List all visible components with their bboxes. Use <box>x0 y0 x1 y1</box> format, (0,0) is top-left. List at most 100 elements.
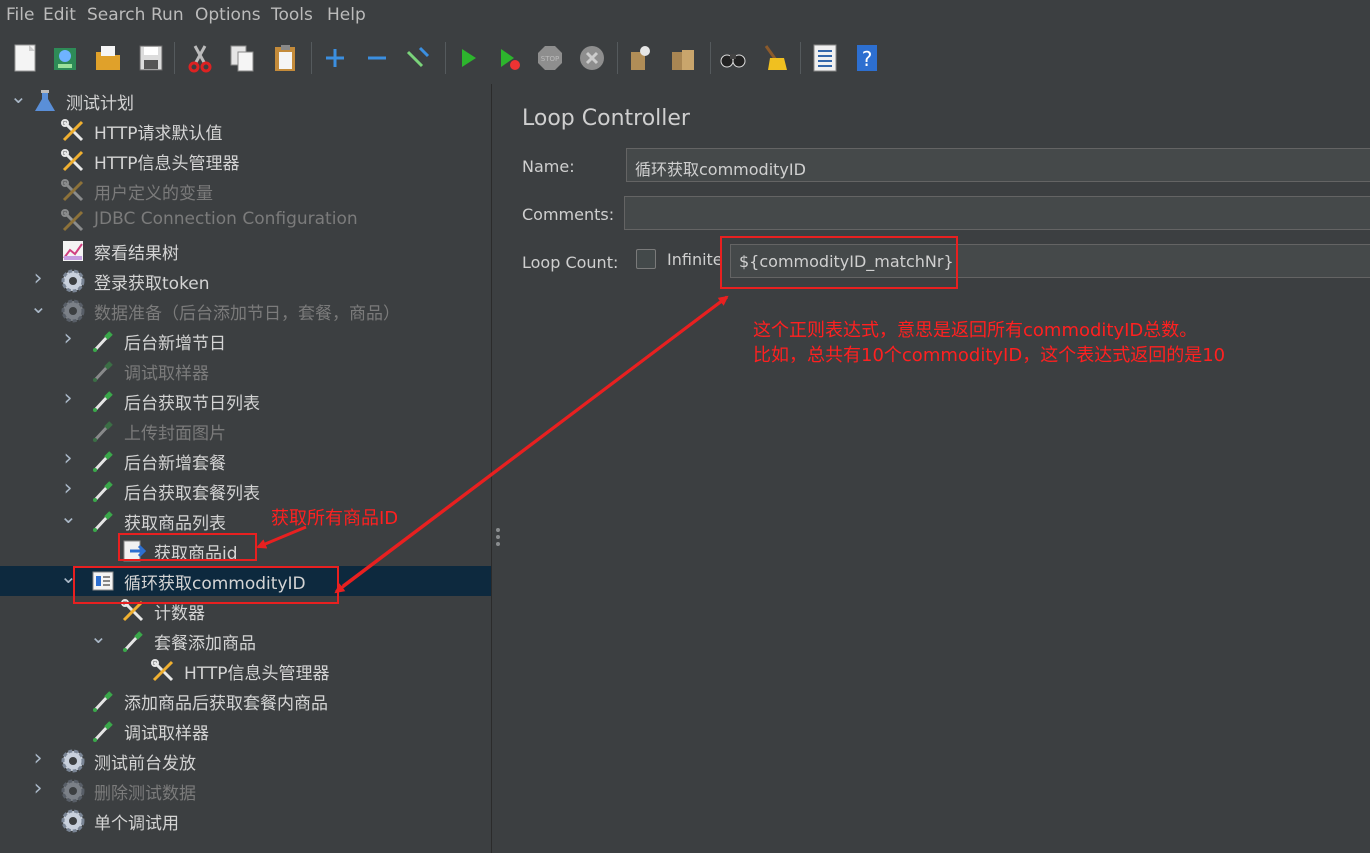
reset-search-icon[interactable] <box>760 42 790 74</box>
tree-node[interactable]: 调试取样器 <box>0 716 491 746</box>
menu-help[interactable]: Help <box>327 5 366 25</box>
wrench-scissors-icon <box>151 659 174 682</box>
pipette-icon <box>93 511 113 532</box>
cut-icon[interactable] <box>185 42 215 74</box>
save-icon[interactable] <box>136 42 166 74</box>
splitter[interactable] <box>491 84 506 853</box>
clear-all-icon[interactable] <box>668 42 698 74</box>
tree-node[interactable]: › 登录获取token <box>0 266 491 296</box>
chevron-right-icon[interactable]: › <box>30 748 46 770</box>
shutdown-icon[interactable] <box>577 42 607 74</box>
new-icon[interactable] <box>10 42 40 74</box>
name-field[interactable]: 循环获取commodityID <box>626 148 1370 182</box>
pipette-icon <box>93 391 113 412</box>
tree-node-label: 用户定义的变量 <box>94 184 213 204</box>
toggle-icon[interactable] <box>402 42 432 74</box>
tree-node-label: 测试计划 <box>66 94 134 114</box>
collapse-all-icon[interactable] <box>362 42 392 74</box>
pipette-icon <box>93 421 113 442</box>
chevron-down-icon[interactable]: ⌄ <box>90 626 107 648</box>
tree-node[interactable]: HTTP信息头管理器 <box>0 146 491 176</box>
loop-count-highlight-box <box>720 236 958 289</box>
menu-tools[interactable]: Tools <box>271 5 313 25</box>
tree-node[interactable]: HTTP信息头管理器 <box>0 656 491 686</box>
toolbar-separator <box>617 42 618 74</box>
tree-node[interactable]: ⌄ 数据准备（后台添加节日，套餐，商品） <box>0 296 491 326</box>
wrench-scissors-icon <box>61 119 84 142</box>
expand-all-icon[interactable] <box>320 42 350 74</box>
tree-node[interactable]: › 测试前台发放 <box>0 746 491 776</box>
tree-node[interactable]: HTTP请求默认值 <box>0 116 491 146</box>
tree-node[interactable]: ⌄ 测试计划 <box>0 86 491 116</box>
chevron-down-icon[interactable]: ⌄ <box>30 296 47 318</box>
open-icon[interactable] <box>93 42 123 74</box>
chevron-right-icon[interactable]: › <box>60 478 76 500</box>
tree-node-label: HTTP信息头管理器 <box>94 154 240 174</box>
tree-node-label: 后台新增套餐 <box>124 454 226 474</box>
stop-icon[interactable]: STOP <box>535 42 565 74</box>
tree-node[interactable]: 用户定义的变量 <box>0 176 491 206</box>
comments-field[interactable] <box>624 196 1370 230</box>
tree-node-label: 删除测试数据 <box>94 784 196 804</box>
templates-icon[interactable] <box>50 42 80 74</box>
tree-node[interactable]: › 后台新增节日 <box>0 326 491 356</box>
chevron-right-icon[interactable]: › <box>60 388 76 410</box>
chevron-right-icon[interactable]: › <box>60 448 76 470</box>
svg-text:?: ? <box>862 47 873 71</box>
menu-run[interactable]: Run <box>151 5 184 25</box>
splitter-grip-dot <box>496 535 500 539</box>
tree-node[interactable]: 上传封面图片 <box>0 416 491 446</box>
name-label: Name: <box>522 157 575 176</box>
wrench-scissors-icon <box>61 179 84 202</box>
tree-node[interactable]: JDBC Connection Configuration <box>0 206 491 236</box>
start-icon[interactable] <box>453 42 483 74</box>
menu-search[interactable]: Search <box>87 5 145 25</box>
tree-node-label: 测试前台发放 <box>94 754 196 774</box>
chevron-right-icon[interactable]: › <box>60 328 76 350</box>
svg-text:STOP: STOP <box>541 55 559 63</box>
toolbar-separator <box>311 42 312 74</box>
chevron-down-icon[interactable]: ⌄ <box>10 86 27 108</box>
tree-node[interactable]: 单个调试用 <box>0 806 491 836</box>
toolbar-separator <box>174 42 175 74</box>
tree-node[interactable]: › 后台新增套餐 <box>0 446 491 476</box>
tree-node[interactable]: ⌄ 套餐添加商品 <box>0 626 491 656</box>
tree-node-label: 调试取样器 <box>124 364 209 384</box>
toolbar-separator <box>445 42 446 74</box>
toolbar: STOP ? <box>0 32 1370 84</box>
toolbar-separator <box>710 42 711 74</box>
search-icon[interactable] <box>718 42 748 74</box>
tree-node[interactable]: › 后台获取节日列表 <box>0 386 491 416</box>
chevron-right-icon[interactable]: › <box>30 268 46 290</box>
tree-node[interactable]: 察看结果树 <box>0 236 491 266</box>
help-icon[interactable]: ? <box>852 42 882 74</box>
chevron-right-icon[interactable]: › <box>30 778 46 800</box>
chevron-down-icon[interactable]: ⌄ <box>60 506 77 528</box>
loop-controller-highlight-box <box>73 566 339 604</box>
paste-icon[interactable] <box>270 42 300 74</box>
gear-icon <box>61 749 85 773</box>
menu-options[interactable]: Options <box>195 5 261 25</box>
start-no-pauses-icon[interactable] <box>494 42 524 74</box>
menu-file[interactable]: File <box>6 5 34 25</box>
loop-controller-panel: Loop Controller Name: 循环获取commodityID Co… <box>506 84 1370 853</box>
clear-icon[interactable] <box>625 42 655 74</box>
gear-icon <box>61 299 85 323</box>
tree-node[interactable]: ⌄ 获取商品列表 <box>0 506 491 536</box>
function-helper-icon[interactable] <box>810 42 840 74</box>
tree-node[interactable]: 调试取样器 <box>0 356 491 386</box>
tree-node-label: 套餐添加商品 <box>154 634 256 654</box>
annotation-all-commodity-ids: 获取所有商品ID <box>271 508 399 529</box>
pipette-icon <box>93 361 113 382</box>
menu-edit[interactable]: Edit <box>43 5 76 25</box>
tree-node-label: 添加商品后获取套餐内商品 <box>124 694 328 714</box>
gear-icon <box>61 809 85 833</box>
pipette-icon <box>93 691 113 712</box>
copy-icon[interactable] <box>227 42 257 74</box>
tree-node[interactable]: › 删除测试数据 <box>0 776 491 806</box>
annotation-regex-note-line2: 比如，总共有10个commodityID，这个表达式返回的是10 <box>753 345 1226 366</box>
tree-node[interactable]: 添加商品后获取套餐内商品 <box>0 686 491 716</box>
pipette-icon <box>93 331 113 352</box>
tree-node[interactable]: › 后台获取套餐列表 <box>0 476 491 506</box>
infinite-checkbox[interactable] <box>636 249 656 269</box>
